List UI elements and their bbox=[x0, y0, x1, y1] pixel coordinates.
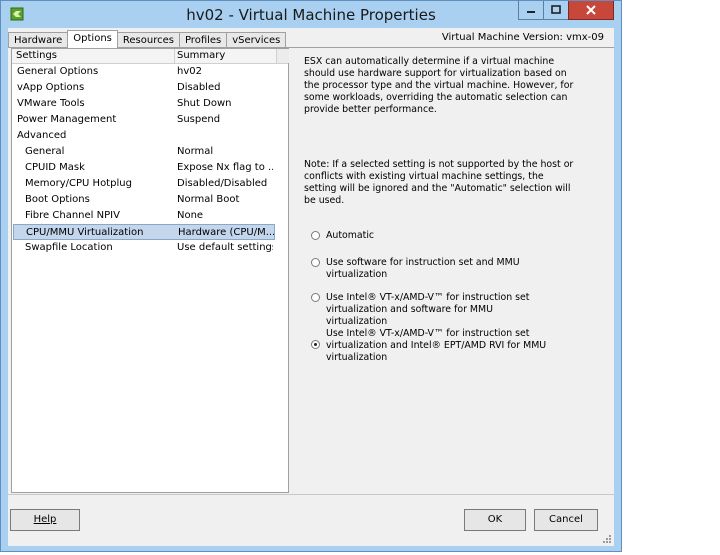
setting-summary: hv02 bbox=[177, 66, 202, 77]
tab-profiles[interactable]: Profiles bbox=[178, 32, 228, 48]
cancel-button[interactable]: Cancel bbox=[534, 509, 598, 531]
radio-label: Use Intel® VT-x/AMD-V™ for instruction s… bbox=[326, 292, 530, 327]
setting-summary: Use default settings bbox=[177, 242, 273, 253]
setting-summary: Expose Nx flag to ... bbox=[177, 162, 273, 173]
setting-summary: None bbox=[177, 210, 204, 221]
setting-name: vApp Options bbox=[17, 82, 85, 93]
radio-label: Automatic bbox=[326, 230, 375, 241]
setting-summary: Suspend bbox=[177, 114, 221, 125]
setting-summary: Disabled/Disabled bbox=[177, 178, 268, 189]
resize-grip-icon[interactable] bbox=[602, 534, 612, 544]
tab-vservices[interactable]: vServices bbox=[226, 32, 287, 48]
setting-name: Power Management bbox=[17, 114, 117, 125]
setting-name: Memory/CPU Hotplug bbox=[25, 178, 132, 189]
help-button-label: Help bbox=[33, 514, 57, 525]
tab-strip: Hardware Options Resources Profiles vSer… bbox=[8, 30, 287, 48]
help-button[interactable]: Help bbox=[10, 509, 80, 531]
list-item[interactable]: Boot Options Normal Boot bbox=[13, 192, 275, 208]
description-text: ESX can automatically determine if a vir… bbox=[304, 56, 574, 115]
minimize-button[interactable] bbox=[518, 1, 544, 20]
tab-resources[interactable]: Resources bbox=[116, 32, 180, 48]
setting-summary: Shut Down bbox=[177, 98, 232, 109]
settings-column-header[interactable]: Settings bbox=[16, 49, 57, 63]
radio-circle[interactable] bbox=[311, 231, 320, 240]
setting-name: CPU/MMU Virtualization bbox=[26, 227, 144, 238]
setting-name: CPUID Mask bbox=[25, 162, 85, 173]
radio-label: Use software for instruction set and MMU… bbox=[326, 257, 520, 280]
dialog-body: Hardware Options Resources Profiles vSer… bbox=[8, 28, 614, 546]
list-item[interactable]: General Normal bbox=[13, 144, 275, 160]
list-item[interactable]: CPUID Mask Expose Nx flag to ... bbox=[13, 160, 275, 176]
properties-window: hv02 - Virtual Machine Properties Hardwa… bbox=[0, 0, 622, 552]
setting-name: General bbox=[25, 146, 65, 157]
list-item-selected[interactable]: CPU/MMU Virtualization Hardware (CPU/M..… bbox=[13, 224, 275, 240]
radio-label: Use Intel® VT-x/AMD-V™ for instruction s… bbox=[326, 328, 547, 363]
list-item[interactable]: Advanced bbox=[13, 128, 275, 144]
ok-button[interactable]: OK bbox=[464, 509, 526, 531]
tab-hardware[interactable]: Hardware bbox=[8, 32, 69, 48]
setting-name: Boot Options bbox=[25, 194, 90, 205]
setting-name: Advanced bbox=[17, 130, 67, 141]
setting-name: General Options bbox=[17, 66, 99, 77]
summary-column-header[interactable]: Summary bbox=[177, 49, 225, 63]
close-button[interactable] bbox=[568, 1, 614, 20]
minimize-icon bbox=[527, 11, 535, 13]
note-text: Note: If a selected setting is not suppo… bbox=[304, 159, 574, 206]
scrollbar[interactable] bbox=[276, 49, 289, 63]
radio-circle-selected[interactable] bbox=[311, 340, 320, 349]
setting-summary: Normal bbox=[177, 146, 214, 157]
maximize-icon bbox=[551, 5, 561, 14]
list-item[interactable]: Memory/CPU Hotplug Disabled/Disabled bbox=[13, 176, 275, 192]
setting-summary: Normal Boot bbox=[177, 194, 240, 205]
maximize-button[interactable] bbox=[543, 1, 569, 20]
list-item[interactable]: Fibre Channel NPIV None bbox=[13, 208, 275, 224]
list-item[interactable]: vApp Options Disabled bbox=[13, 80, 275, 96]
setting-name: Fibre Channel NPIV bbox=[25, 210, 120, 221]
detail-panel: ESX can automatically determine if a vir… bbox=[291, 48, 614, 493]
radio-circle[interactable] bbox=[311, 258, 320, 267]
footer-divider bbox=[8, 494, 614, 495]
column-separator[interactable] bbox=[174, 49, 175, 63]
setting-summary: Disabled bbox=[177, 82, 221, 93]
vm-version-label: Virtual Machine Version: vmx-09 bbox=[441, 32, 604, 43]
tab-options[interactable]: Options bbox=[67, 30, 118, 48]
setting-summary: Hardware (CPU/M... bbox=[178, 227, 274, 238]
close-icon bbox=[586, 5, 596, 15]
setting-name: Swapfile Location bbox=[25, 242, 113, 253]
list-item[interactable]: General Options hv02 bbox=[13, 64, 275, 80]
list-item[interactable]: Power Management Suspend bbox=[13, 112, 275, 128]
list-item[interactable]: VMware Tools Shut Down bbox=[13, 96, 275, 112]
list-header: Settings Summary bbox=[12, 49, 289, 64]
settings-list: Settings Summary General Options hv02 vA… bbox=[11, 48, 289, 493]
radio-circle[interactable] bbox=[311, 293, 320, 302]
list-item[interactable]: Swapfile Location Use default settings bbox=[13, 240, 275, 256]
title-bar[interactable]: hv02 - Virtual Machine Properties bbox=[1, 1, 621, 28]
setting-name: VMware Tools bbox=[17, 98, 85, 109]
